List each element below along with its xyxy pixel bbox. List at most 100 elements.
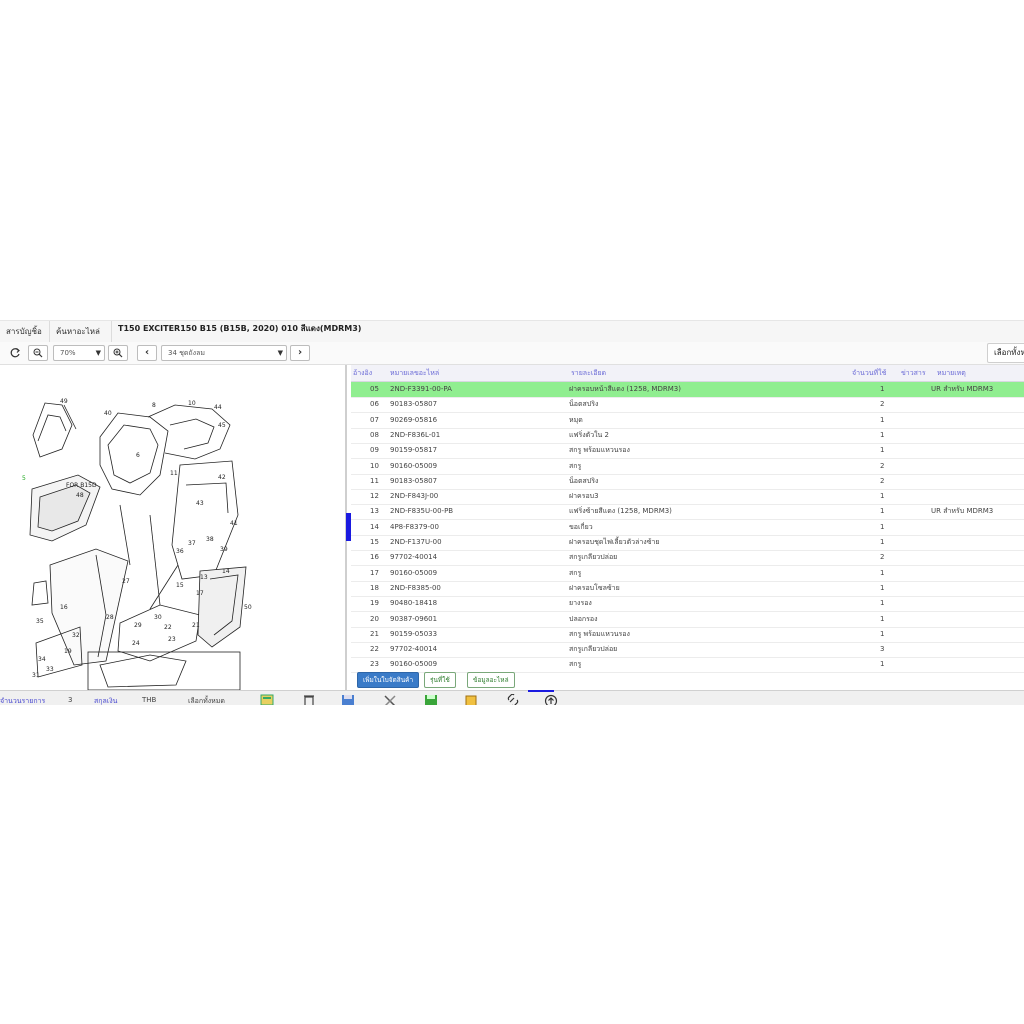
table-row[interactable]: 15 2ND-F137U-00 ฝาครอบชุดไฟเลี้ยวตัวล่างซ้… <box>351 535 1024 551</box>
clipboard-icon[interactable] <box>464 694 478 705</box>
svg-text:37: 37 <box>188 540 196 547</box>
cell-ref: 10 <box>370 461 379 470</box>
upload-icon[interactable] <box>544 694 558 705</box>
cell-description: ขอเกี่ยว <box>569 522 593 531</box>
table-row[interactable]: 19 90480-18418 ยางรอง 1 <box>351 596 1024 613</box>
cell-part-number: 97702-40014 <box>390 553 438 562</box>
table-row[interactable]: 17 90160-05009 สกรู 1 <box>351 566 1024 582</box>
table-row[interactable]: 10 90160-05009 สกรู 2 <box>351 459 1024 475</box>
svg-text:19: 19 <box>64 648 72 655</box>
select-all-button[interactable]: เลือกทั้งหม <box>987 343 1024 363</box>
cell-ref: 06 <box>370 400 379 409</box>
part-info-button[interactable]: ข้อมูลอะไหล่ <box>467 672 515 688</box>
svg-text:43: 43 <box>196 500 204 507</box>
tools-icon[interactable] <box>383 694 397 705</box>
svg-text:50: 50 <box>244 604 252 611</box>
cell-ref: 08 <box>370 430 379 439</box>
svg-text:11: 11 <box>170 470 178 477</box>
table-row[interactable]: 21 90159-05033 สกรู พร้อมแหวนรอง 1 <box>351 627 1024 643</box>
svg-text:FOR B15D: FOR B15D <box>66 482 97 489</box>
table-row[interactable]: 12 2ND-F843J-00 ฝาครอบ3 1 <box>351 489 1024 506</box>
status-footer: จำนวนรายการ 3 สกุลเงิน THB เลือกทั้งหมด <box>0 690 1024 705</box>
link-icon[interactable] <box>506 694 520 705</box>
chevron-right-icon: › <box>297 347 303 358</box>
table-row[interactable]: 14 4P8-F8379-00 ขอเกี่ยว 1 <box>351 520 1024 536</box>
trash-icon[interactable] <box>302 694 316 705</box>
table-row[interactable]: 06 90183-05807 น็อตสปริง 2 <box>351 397 1024 414</box>
table-row[interactable]: 11 90183-05807 น็อตสปริง 2 <box>351 474 1024 490</box>
add-to-cart-button[interactable]: เพิ่มในใบจัดสินค้า <box>357 672 420 688</box>
cell-quantity: 1 <box>880 583 885 592</box>
cell-part-number: 90269-05816 <box>390 415 438 424</box>
col-description[interactable]: รายละเอียด <box>571 365 606 381</box>
svg-text:45: 45 <box>218 422 226 429</box>
cell-description: สกรู <box>569 568 582 577</box>
zoom-in-icon <box>113 348 123 358</box>
refresh-button[interactable] <box>5 345 25 361</box>
cell-quantity: 1 <box>880 430 885 439</box>
select-all-footer-button[interactable]: เลือกทั้งหมด <box>188 696 225 705</box>
parts-table: อ้างอิง หมายเลขอะไหล่ รายละเอียด จำนวนที… <box>351 365 1024 673</box>
tab-contents[interactable]: สารบัญชิ้อ <box>0 321 50 342</box>
svg-text:36: 36 <box>176 548 184 555</box>
report-icon[interactable] <box>260 694 274 705</box>
active-tab-indicator <box>528 690 554 692</box>
cell-quantity: 1 <box>880 385 885 393</box>
table-row[interactable]: 07 90269-05816 หมุด 1 <box>351 413 1024 429</box>
zoom-in-button[interactable] <box>108 345 128 361</box>
table-row[interactable]: 05 2ND-F3391-00-PA ฝาครอบหน้าสีแดง (1258, … <box>351 382 1024 398</box>
cell-description: สกรูเกลียวปล่อย <box>569 645 618 654</box>
cell-part-number: 90159-05817 <box>390 446 438 455</box>
table-row[interactable]: 08 2ND-F836L-01 แฟริ่งตัวใน 2 1 <box>351 428 1024 444</box>
table-row[interactable]: 20 90387-09601 ปลอกรอง 1 <box>351 612 1024 628</box>
svg-text:39: 39 <box>220 546 228 553</box>
col-quantity[interactable]: จำนวนที่ใช้ <box>852 365 886 381</box>
zoom-select[interactable]: 70% ▼ <box>53 345 105 361</box>
cell-part-number: 2ND-F835U-00-PB <box>390 507 454 516</box>
svg-text:41: 41 <box>230 520 238 527</box>
tab-search-parts[interactable]: ค้นหาอะไหล่ <box>50 321 112 342</box>
where-used-button[interactable]: รุ่นที่ใช้ <box>424 672 456 688</box>
cell-description: ยางรอง <box>569 599 592 608</box>
table-row[interactable]: 23 90160-05009 สกรู 1 <box>351 657 1024 673</box>
col-remark[interactable]: หมายเหตุ <box>937 365 966 381</box>
svg-text:31: 31 <box>32 672 40 679</box>
svg-text:35: 35 <box>36 618 44 625</box>
table-row[interactable]: 16 97702-40014 สกรูเกลียวปล่อย 2 <box>351 550 1024 567</box>
svg-text:13: 13 <box>200 574 208 581</box>
parts-diagram[interactable]: 49 40 8 10 44 45 6 11 48 FOR B15D 5 42 41 43 36 37… <box>0 365 345 690</box>
cell-description: น็อตสปริง <box>569 476 599 485</box>
page-select[interactable]: 34 ชุดถังลม ▼ <box>161 345 287 361</box>
table-row[interactable]: 18 2ND-F8385-00 ฝาครอบโซลซ้าย 1 <box>351 581 1024 597</box>
zoom-out-icon <box>33 348 43 358</box>
cell-part-number: 90160-05009 <box>390 461 438 470</box>
col-news[interactable]: ข่าวสาร <box>901 365 926 381</box>
save-icon[interactable] <box>341 694 355 705</box>
cell-part-number: 2ND-F843J-00 <box>390 492 439 501</box>
table-row[interactable]: 09 90159-05817 สกรู พร้อมแหวนรอง 1 <box>351 443 1024 460</box>
cell-remark: UR สำหรับ MDRM3 <box>931 507 994 516</box>
col-part-number[interactable]: หมายเลขอะไหล่ <box>390 365 439 381</box>
cell-quantity: 1 <box>880 660 885 669</box>
items-label: จำนวนรายการ <box>0 697 46 705</box>
svg-text:14: 14 <box>222 568 230 575</box>
chevron-left-icon: ‹ <box>144 347 150 358</box>
zoom-out-button[interactable] <box>28 345 48 361</box>
svg-text:38: 38 <box>206 536 214 543</box>
cell-remark: UR สำหรับ MDRM3 <box>931 385 994 393</box>
cell-description: แฟริ่งซ้ายสีแดง (1258, MDRM3) <box>569 507 672 516</box>
svg-text:40: 40 <box>104 410 112 417</box>
save-green-icon[interactable] <box>424 694 438 705</box>
table-row[interactable]: 13 2ND-F835U-00-PB แฟริ่งซ้ายสีแดง (1258, … <box>351 504 1024 521</box>
col-ref[interactable]: อ้างอิง <box>353 365 372 381</box>
prev-page-button[interactable]: ‹ <box>137 345 157 361</box>
cell-part-number: 90387-09601 <box>390 614 438 623</box>
cell-ref: 18 <box>370 583 379 592</box>
page-select-value: 34 ชุดถังลม <box>168 349 205 357</box>
table-row[interactable]: 22 97702-40014 สกรูเกลียวปล่อย 3 <box>351 642 1024 659</box>
svg-text:33: 33 <box>46 666 54 673</box>
cell-part-number: 90159-05033 <box>390 629 438 638</box>
tab-contents-label: สารบัญชิ้อ <box>6 327 42 336</box>
next-page-button[interactable]: › <box>290 345 310 361</box>
cell-quantity: 2 <box>880 476 885 485</box>
